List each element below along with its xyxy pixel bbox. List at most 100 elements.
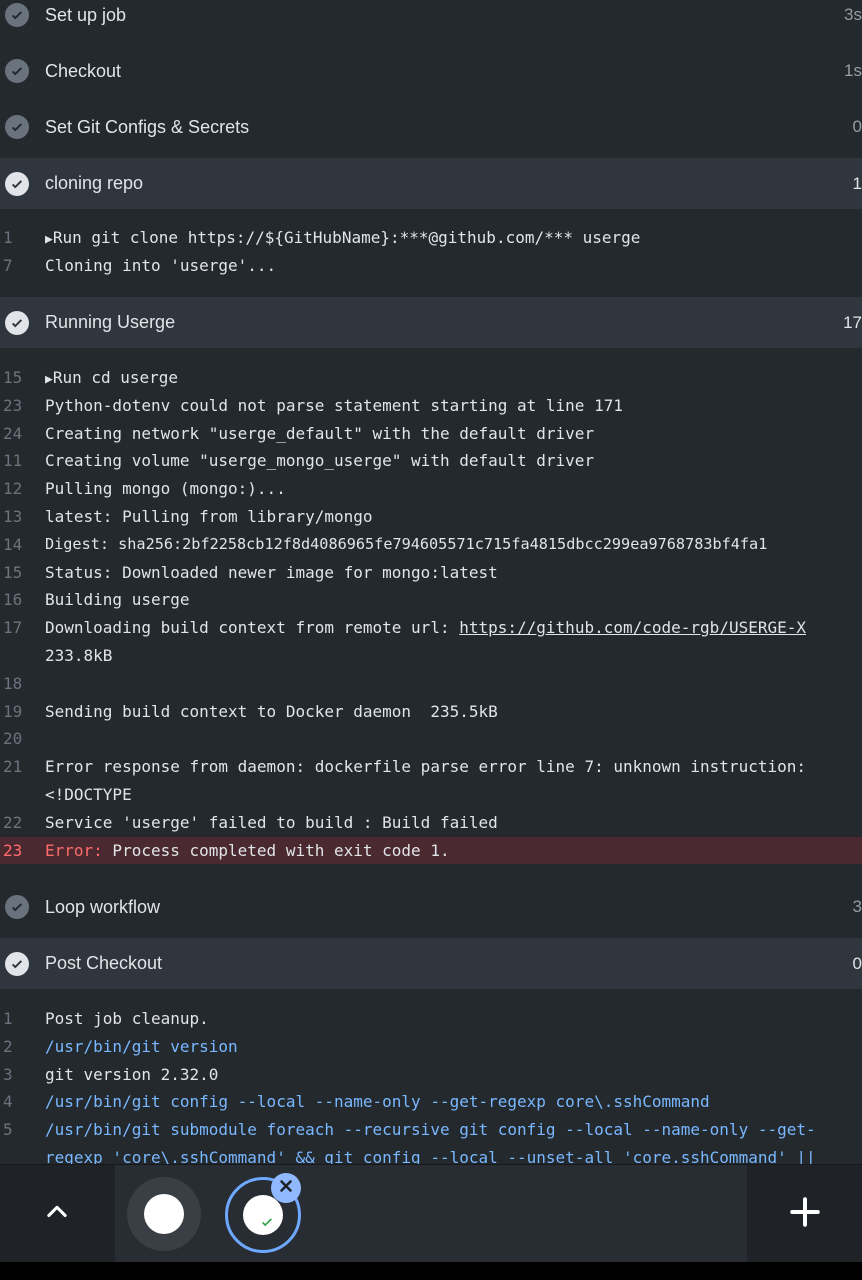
log-text: Pulling mongo (mongo:)... xyxy=(45,479,286,499)
log-post-checkout: 1 Post job cleanup. 2/usr/bin/git version… xyxy=(0,1005,862,1164)
step-set-up-job[interactable]: Set up job 3s xyxy=(0,0,862,41)
log-text: Downloading build context from remote ur… xyxy=(45,618,460,638)
step-duration: 1s xyxy=(844,61,862,80)
step-loop-workflow[interactable]: Loop workflow 3 xyxy=(0,881,862,933)
log-text: regexp 'core\.sshCommand' && git config … xyxy=(45,1147,816,1164)
log-text: git version 2.32.0 xyxy=(45,1064,219,1084)
line-number: 15 xyxy=(3,562,23,582)
log-text: 233.8kB xyxy=(45,645,113,665)
log-text: Service 'userge' failed to build : Build… xyxy=(45,812,498,832)
step-duration: 0 xyxy=(852,953,862,973)
expand-triangle-icon[interactable]: ▶ xyxy=(45,232,53,247)
system-nav-bar xyxy=(0,1262,862,1280)
log-line: 233.8kB xyxy=(0,642,862,670)
close-tab-button[interactable] xyxy=(271,1173,301,1203)
log-line: 4/usr/bin/git config --local --name-only… xyxy=(0,1088,862,1116)
tab-thumbnail-dot xyxy=(144,1194,184,1234)
line-number: 5 xyxy=(3,1120,13,1140)
log-text: Cloning into 'userge'... xyxy=(45,255,277,275)
line-number: 4 xyxy=(3,1092,13,1112)
step-label: Post Checkout xyxy=(45,953,163,973)
line-number: 13 xyxy=(3,506,23,526)
line-number: 21 xyxy=(3,757,23,777)
log-line[interactable]: 1 ▶Run git clone https://${GitHubName}:*… xyxy=(0,224,862,252)
step-duration: 17 xyxy=(843,312,862,332)
log-text: Error response from daemon: dockerfile p… xyxy=(45,757,806,777)
step-label: Checkout xyxy=(45,60,122,81)
log-line: 22 Service 'userge' failed to build : Bui… xyxy=(0,809,862,837)
line-number: 23 xyxy=(3,840,23,860)
expand-triangle-icon[interactable]: ▶ xyxy=(45,372,53,387)
log-line: 18 xyxy=(0,670,862,698)
log-line: regexp 'core\.sshCommand' && git config … xyxy=(0,1144,862,1164)
log-line: 5/usr/bin/git submodule foreach --recurs… xyxy=(0,1116,862,1144)
check-circle-icon xyxy=(5,951,29,976)
step-running-userge[interactable]: Running Userge 17 xyxy=(0,297,862,348)
check-circle-icon xyxy=(5,310,29,335)
log-line: 3 git version 2.32.0 xyxy=(0,1061,862,1089)
log-line-error: 23 Error: Process completed with exit cod… xyxy=(0,836,862,865)
step-duration: 0 xyxy=(852,117,862,136)
log-line: 17 Downloading build context from remote … xyxy=(0,614,862,642)
line-number: 12 xyxy=(3,479,23,499)
log-line: 16 Building userge xyxy=(0,586,862,614)
log-line: 11 Creating volume "userge_mongo_userge" … xyxy=(0,447,862,475)
log-text: Run git clone https://${GitHubName}:***@… xyxy=(52,228,641,247)
error-label: Error: xyxy=(45,840,103,860)
log-text: /usr/bin/git version xyxy=(45,1036,238,1056)
step-duration: 1 xyxy=(852,173,862,193)
log-text: Sending build context to Docker daemon 2… xyxy=(45,701,498,721)
check-circle-icon xyxy=(5,3,29,27)
line-number: 7 xyxy=(3,255,13,275)
chevron-up-icon xyxy=(43,1198,71,1231)
line-number: 22 xyxy=(3,812,23,832)
line-number: 23 xyxy=(3,395,23,415)
step-label: Set Git Configs & Secrets xyxy=(45,116,250,137)
log-text: Run cd userge xyxy=(52,368,179,387)
step-set-git-configs[interactable]: Set Git Configs & Secrets 0 xyxy=(0,101,862,153)
line-number: 19 xyxy=(3,701,23,721)
line-number: 24 xyxy=(3,423,23,443)
close-icon xyxy=(278,1178,294,1199)
log-cloning-repo: 1 ▶Run git clone https://${GitHubName}:*… xyxy=(0,224,862,280)
tab-thumbnail[interactable] xyxy=(127,1177,201,1251)
bottom-toolbar xyxy=(0,1164,862,1263)
log-text: Digest: sha256:2bf2258cb12f8d4086965fe79… xyxy=(45,534,768,553)
step-label: Running Userge xyxy=(45,312,176,332)
log-running-userge: 15 ▶Run cd userge 23 Python-dotenv could n… xyxy=(0,364,862,865)
new-tab-button[interactable] xyxy=(748,1165,862,1263)
collapse-button[interactable] xyxy=(0,1165,114,1263)
check-circle-icon xyxy=(5,171,29,196)
log-line: 12 Pulling mongo (mongo:)... xyxy=(0,475,862,503)
log-text: <!DOCTYPE xyxy=(45,784,132,804)
log-line: <!DOCTYPE xyxy=(0,781,862,809)
check-circle-icon xyxy=(5,895,29,919)
log-text: Building userge xyxy=(45,590,190,610)
log-line: 1 Post job cleanup. xyxy=(0,1005,862,1033)
log-line: 23 Python-dotenv could not parse statemen… xyxy=(0,392,862,420)
plus-icon xyxy=(788,1195,822,1234)
step-label: Loop workflow xyxy=(45,896,161,917)
check-circle-icon xyxy=(5,115,29,139)
line-number: 17 xyxy=(3,618,23,638)
step-label: cloning repo xyxy=(45,173,144,193)
step-post-checkout[interactable]: Post Checkout 0 xyxy=(0,938,862,989)
log-line: 2/usr/bin/git version xyxy=(0,1033,862,1061)
log-text: Python-dotenv could not parse statement … xyxy=(45,395,623,415)
log-line: 13 latest: Pulling from library/mongo xyxy=(0,503,862,531)
step-cloning-repo[interactable]: cloning repo 1 xyxy=(0,158,862,209)
log-line: 7 Cloning into 'userge'... xyxy=(0,252,862,280)
line-number: 1 xyxy=(3,228,13,247)
line-number: 15 xyxy=(3,368,23,387)
step-duration: 3 xyxy=(852,897,862,916)
log-line[interactable]: 15 ▶Run cd userge xyxy=(0,364,862,392)
log-text: /usr/bin/git config --local --name-only … xyxy=(45,1092,710,1112)
log-text: Process completed with exit code 1. xyxy=(102,840,450,860)
log-text: Creating network "userge_default" with t… xyxy=(45,423,595,443)
tab-switcher xyxy=(115,1165,747,1263)
log-line: 20 xyxy=(0,725,862,753)
step-checkout[interactable]: Checkout 1s xyxy=(0,45,862,97)
log-link[interactable]: https://github.com/code-rgb/USERGE-X xyxy=(459,618,806,637)
log-text: latest: Pulling from library/mongo xyxy=(45,506,373,526)
line-number: 3 xyxy=(3,1064,13,1084)
